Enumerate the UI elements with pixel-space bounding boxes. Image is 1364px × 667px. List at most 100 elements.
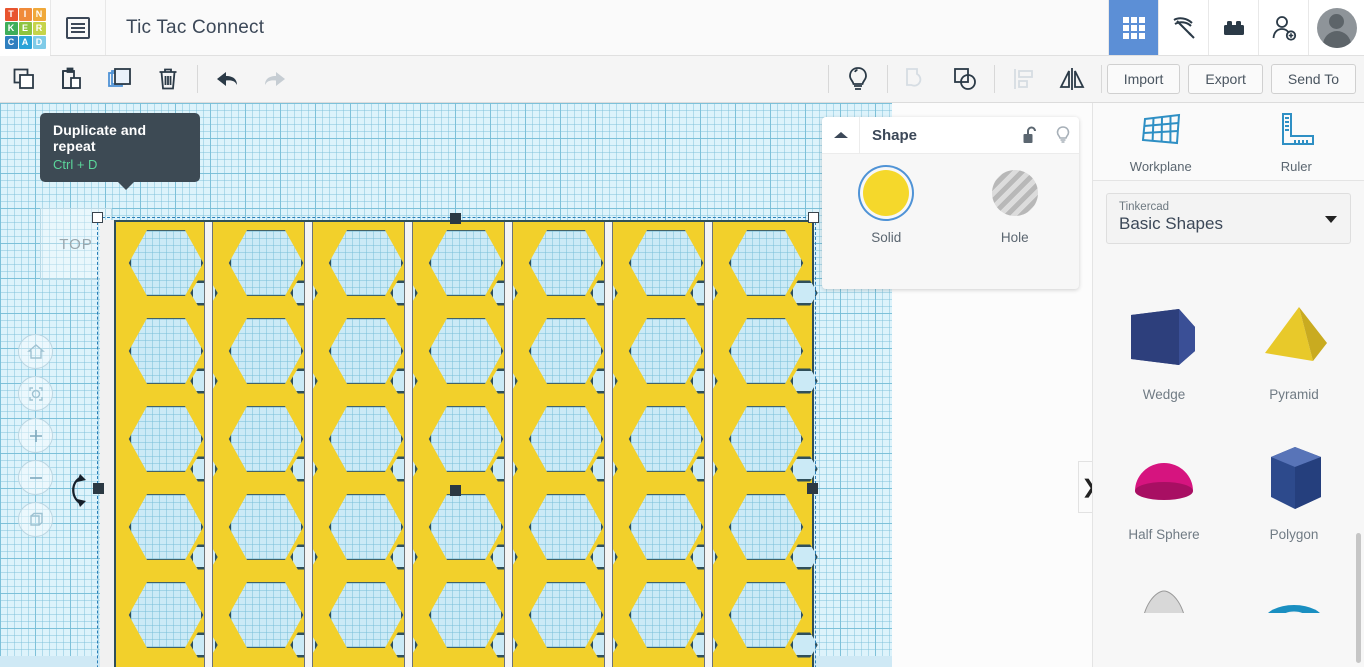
resize-handle-top-right[interactable] — [808, 212, 819, 223]
lightbulb-button[interactable] — [834, 56, 882, 103]
shape-item-label: Polygon — [1269, 527, 1319, 542]
align-button[interactable] — [1000, 56, 1048, 103]
ruler-tool[interactable]: Ruler — [1229, 103, 1364, 180]
shape-item-wedge[interactable]: Wedge — [1099, 281, 1229, 421]
shape-panel-header: Shape — [822, 117, 1079, 154]
panel-expand-toggle[interactable]: ❯ — [1078, 461, 1092, 513]
minecraft-pickaxe-icon-button[interactable] — [1158, 0, 1208, 55]
paste-button[interactable] — [48, 56, 96, 103]
lego-brick-icon-button[interactable] — [1208, 0, 1258, 55]
top-bar: TINKERCAD Tic Tac Connect — [0, 0, 1364, 56]
perspective-box-icon — [29, 512, 43, 526]
shape-item-label: Pyramid — [1269, 387, 1319, 402]
ungroup-button[interactable] — [941, 56, 989, 103]
home-icon — [26, 343, 45, 359]
logo-letter: D — [32, 35, 46, 49]
avatar — [1316, 7, 1357, 48]
shape-visibility-button[interactable] — [1047, 125, 1079, 145]
hex-hole — [128, 582, 204, 648]
chevron-up-icon — [833, 132, 848, 138]
page-title: Tic Tac Connect — [126, 16, 265, 38]
shape-item-polygon[interactable]: Polygon — [1229, 421, 1359, 561]
duplicate-button[interactable] — [96, 56, 144, 103]
redo-button[interactable] — [251, 56, 299, 103]
shape-panel-collapse-button[interactable] — [822, 117, 860, 154]
chevron-down-icon — [1325, 215, 1337, 223]
copy-button[interactable] — [0, 56, 48, 103]
lock-toggle-button[interactable] — [1015, 125, 1047, 145]
unlock-icon — [1023, 126, 1036, 143]
hex-hole — [728, 230, 804, 296]
resize-handle-top-center[interactable] — [450, 213, 461, 224]
grid-apps-icon — [1122, 16, 1145, 39]
resize-handle-right-center[interactable] — [807, 483, 818, 494]
paraboloid-thumb — [1144, 590, 1184, 613]
resize-handle-top-left[interactable] — [92, 212, 103, 223]
grid-apps-icon-button[interactable] — [1108, 0, 1158, 55]
hex-hole — [628, 494, 704, 560]
hex-hole — [428, 406, 504, 472]
object-rib — [204, 222, 213, 667]
workplane-tool[interactable]: Workplane — [1093, 103, 1229, 180]
hex-hole — [528, 494, 604, 560]
undo-button[interactable] — [203, 56, 251, 103]
hex-hole-small — [790, 368, 818, 394]
shape-item-pyramid[interactable]: Pyramid — [1229, 281, 1359, 421]
shape-library-scrollbar[interactable] — [1356, 533, 1361, 663]
hex-hole — [128, 230, 204, 296]
hex-hole — [728, 582, 804, 648]
zoom-out-button[interactable] — [18, 460, 53, 495]
logo-grid: TINKERCAD — [4, 7, 46, 49]
document-list-icon — [66, 16, 90, 39]
resize-handle-left-center[interactable] — [93, 483, 104, 494]
delete-button[interactable] — [144, 56, 192, 103]
logo-letter: N — [32, 7, 46, 21]
paste-icon — [62, 67, 81, 89]
shape-item-paraboloid[interactable]: Paraboloid — [1099, 561, 1229, 613]
pyramid-thumb — [1265, 307, 1327, 361]
home-view-button[interactable] — [18, 334, 53, 369]
half-sphere-icon — [1121, 433, 1207, 525]
sidebar-tools: Workplane Ruler — [1093, 103, 1364, 181]
object-rib — [404, 222, 413, 667]
export-button[interactable]: Export — [1188, 64, 1263, 94]
hex-hole — [228, 494, 304, 560]
hex-hole — [228, 406, 304, 472]
lego-brick-icon — [1223, 20, 1244, 35]
zoom-in-button[interactable] — [18, 418, 53, 453]
pyramid-icon — [1251, 293, 1337, 385]
add-person-icon — [1272, 15, 1296, 41]
shape-item-half-sphere[interactable]: Half Sphere — [1099, 421, 1229, 561]
rotate-handle[interactable] — [63, 470, 91, 517]
tooltip-shortcut: Ctrl + D — [53, 157, 98, 172]
shape-item-torus[interactable]: Torus — [1229, 561, 1359, 613]
hex-hole — [628, 318, 704, 384]
hex-hole — [128, 494, 204, 560]
shape-item-label: Half Sphere — [1128, 527, 1200, 542]
import-button[interactable]: Import — [1106, 64, 1181, 94]
send-to-button[interactable]: Send To — [1270, 64, 1356, 94]
project-menu-button[interactable] — [50, 0, 106, 55]
hex-hole — [528, 318, 604, 384]
object-body[interactable] — [114, 220, 818, 667]
wedge-icon — [1121, 293, 1207, 385]
mirror-button[interactable] — [1048, 56, 1096, 103]
toolbar-divider-2 — [827, 65, 829, 93]
undo-icon — [217, 72, 237, 86]
tinkercad-logo[interactable]: TINKERCAD — [0, 0, 50, 56]
tooltip-title: Duplicate and repeat — [53, 122, 147, 154]
hexagonal-panel-object[interactable] — [100, 220, 818, 667]
hole-label: Hole — [1000, 230, 1029, 245]
solid-option[interactable]: Solid — [822, 170, 951, 245]
fit-to-view-button[interactable] — [18, 376, 53, 411]
duplicate-tooltip: Duplicate and repeat Ctrl + D — [40, 113, 200, 190]
add-person-icon-button[interactable] — [1258, 0, 1308, 55]
group-button[interactable] — [893, 56, 941, 103]
hole-option[interactable]: Hole — [951, 170, 1080, 245]
shape-library-select[interactable]: Tinkercad Basic Shapes — [1106, 193, 1351, 244]
view-toggle-button[interactable] — [18, 502, 53, 537]
hex-hole-small — [790, 280, 818, 306]
shape-panel-body: Solid Hole — [822, 154, 1079, 245]
height-handle-center[interactable] — [450, 485, 461, 496]
user-avatar-button[interactable] — [1308, 0, 1364, 55]
